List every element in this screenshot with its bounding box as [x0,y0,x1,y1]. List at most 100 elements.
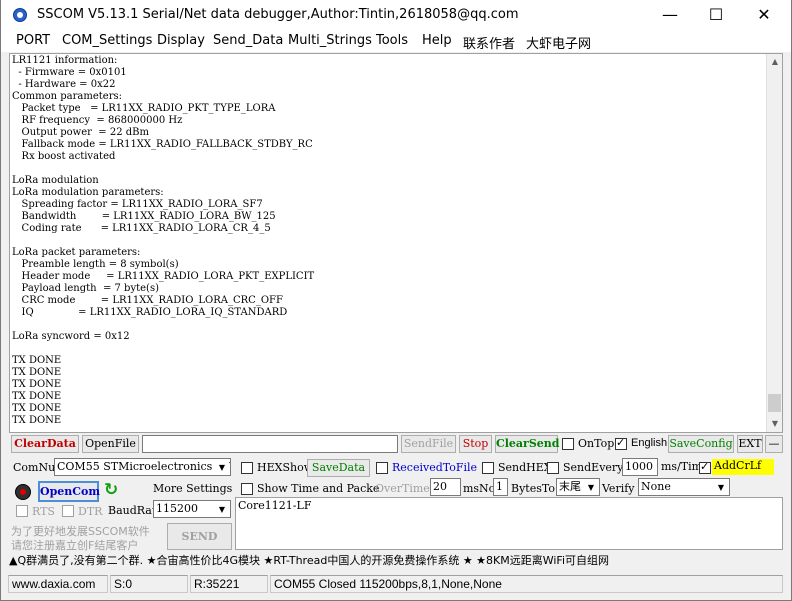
log-line: Preamble length = 8 symbol(s) [12,259,179,270]
log-line: Fallback mode = LR11XX_RADIO_FALLBACK_ST… [12,139,313,150]
log-line: RF frequency = 868000000 Hz [12,115,183,126]
hex-show-checkbox[interactable] [241,462,253,474]
menu-help[interactable]: Help [422,33,452,48]
menu-com-settings[interactable]: COM_Settings [62,33,152,48]
save-config-button[interactable]: SaveConfig [668,435,734,453]
save-data-button[interactable]: SaveData [307,459,370,477]
minimize-button[interactable]: — [647,0,693,30]
bytes-to-select[interactable]: 末尾 ▼ [556,478,600,496]
close-button[interactable]: ✕ [741,0,787,30]
bytes-to-label: BytesTo [511,482,555,495]
log-line: LoRa modulation parameters: [12,187,164,198]
bytes-to-value: 末尾 [559,480,581,493]
refresh-icon[interactable]: ↻ [104,480,118,500]
ms-label: ms [463,482,480,495]
log-line: Spreading factor = LR11XX_RADIO_LORA_SF7 [12,199,263,210]
scroll-thumb[interactable] [768,394,781,412]
menu-multi-strings[interactable]: Multi_Strings [288,33,372,48]
send-text-value: Core1121-LF [238,499,312,512]
send-hex-label: SendHEX [498,461,552,474]
verify-select[interactable]: None ▼ [638,478,730,496]
verify-value: None [641,480,671,493]
send-text-area[interactable]: Core1121-LF [235,497,783,550]
open-com-button[interactable]: OpenCom [38,481,100,502]
menu-send-data[interactable]: Send_Data [213,33,283,48]
receive-log[interactable]: LR1121 information: - Firmware = 0x0101 … [9,53,783,433]
comnum-select[interactable]: COM55 STMicroelectronics ST ▼ [54,458,231,476]
clear-send-button[interactable]: ClearSend [495,435,560,453]
promo-line-2[interactable]: 请您注册嘉立创F结尾客户 [11,537,138,553]
send-every-label: SendEvery: [563,461,628,474]
status-bar: www.daxia.com S:0 R:35221 COM55 Closed 1… [1,573,791,595]
baud-rate-value: 115200 [156,502,198,515]
menu-tools[interactable]: Tools [376,33,408,48]
send-every-input[interactable]: 1000 [622,458,658,476]
menu-display[interactable]: Display [157,33,205,48]
news-ticker[interactable]: ▲Q群满员了,没有第二个群. ★合宙高性价比4G模块 ★RT-Thread中国人… [9,552,783,570]
chevron-down-icon: ▼ [584,480,598,494]
english-label: English [631,437,668,449]
log-line: LoRa packet parameters: [12,247,141,258]
log-line: Packet type = LR11XX_RADIO_PKT_TYPE_LORA [12,103,276,114]
menu-port[interactable]: PORT [16,33,50,48]
scroll-up-icon[interactable]: ▲ [767,54,782,70]
dtr-checkbox[interactable] [62,505,74,517]
scroll-down-icon[interactable]: ▼ [767,416,782,432]
status-website[interactable]: www.daxia.com [8,575,108,593]
received-to-file-label: ReceivedToFile [392,461,478,474]
show-time-checkbox[interactable] [241,483,253,495]
app-window: SSCOM V5.13.1 Serial/Net data debugger,A… [0,0,792,601]
ext-button[interactable]: EXT [737,435,763,453]
menu-contact-author[interactable]: 联系作者 [463,33,515,52]
rts-label: RTS [32,505,55,518]
title-bar: SSCOM V5.13.1 Serial/Net data debugger,A… [1,0,791,30]
menu-daxia-website[interactable]: 大虾电子网 [526,33,591,52]
dtr-label: DTR [78,505,103,518]
received-to-file-checkbox[interactable] [376,462,388,474]
verify-label: Verify [602,482,635,495]
packet-no-input[interactable]: 1 [493,478,508,496]
baud-rate-label: BaudRat [108,504,157,517]
stop-button[interactable]: Stop [459,435,492,453]
window-title: SSCOM V5.13.1 Serial/Net data debugger,A… [37,7,519,22]
send-hex-checkbox[interactable] [482,462,494,474]
add-crlf-checkbox[interactable] [699,460,711,474]
open-file-button[interactable]: OpenFile [82,435,139,453]
clear-data-button[interactable]: ClearData [11,435,79,453]
log-line: Rx boost activated [12,151,116,162]
status-sent-count: S:0 [110,575,188,593]
overtime-input[interactable]: 20 [430,478,461,496]
show-time-label: Show Time and Packe [257,482,380,495]
log-line: LoRa modulation [12,175,99,186]
chevron-down-icon: ▼ [215,460,229,474]
maximize-button[interactable]: ☐ [693,0,739,30]
overtime-label: OverTime: [375,482,434,495]
menu-bar: PORT COM_Settings Display Send_Data Mult… [1,30,791,52]
rts-checkbox[interactable] [16,505,28,517]
baud-rate-select[interactable]: 115200 ▼ [153,500,231,518]
file-path-input[interactable] [142,435,398,453]
log-line: - Hardware = 0x22 [12,79,116,90]
ms-tim-label: ms/Tim [661,460,703,473]
log-line: TX DONE [12,415,62,426]
chevron-down-icon: ▼ [714,480,728,494]
log-line: LR1121 information: [12,55,118,66]
log-line: LoRa syncword = 0x12 [12,331,130,342]
on-top-checkbox[interactable] [562,438,574,450]
collapse-button[interactable]: — [765,435,783,453]
log-line: Output power = 22 dBm [12,127,149,138]
send-every-checkbox[interactable] [547,462,559,474]
log-line: CRC mode = LR11XX_RADIO_LORA_CRC_OFF [12,295,283,306]
more-settings-label[interactable]: More Settings [153,482,232,495]
send-file-button[interactable]: SendFile [401,435,456,453]
log-scrollbar[interactable]: ▲ ▼ [766,54,782,432]
status-received-count: R:35221 [190,575,268,593]
send-button[interactable]: SEND [167,523,232,550]
english-checkbox[interactable] [615,436,627,450]
log-line: TX DONE [12,391,62,402]
log-line: Coding rate = LR11XX_RADIO_LORA_CR_4_5 [12,223,271,234]
on-top-label: OnTop [578,437,615,450]
log-line: Header mode = LR11XX_RADIO_LORA_PKT_EXPL… [12,271,315,282]
add-crlf-label: AddCrLf [712,459,774,475]
